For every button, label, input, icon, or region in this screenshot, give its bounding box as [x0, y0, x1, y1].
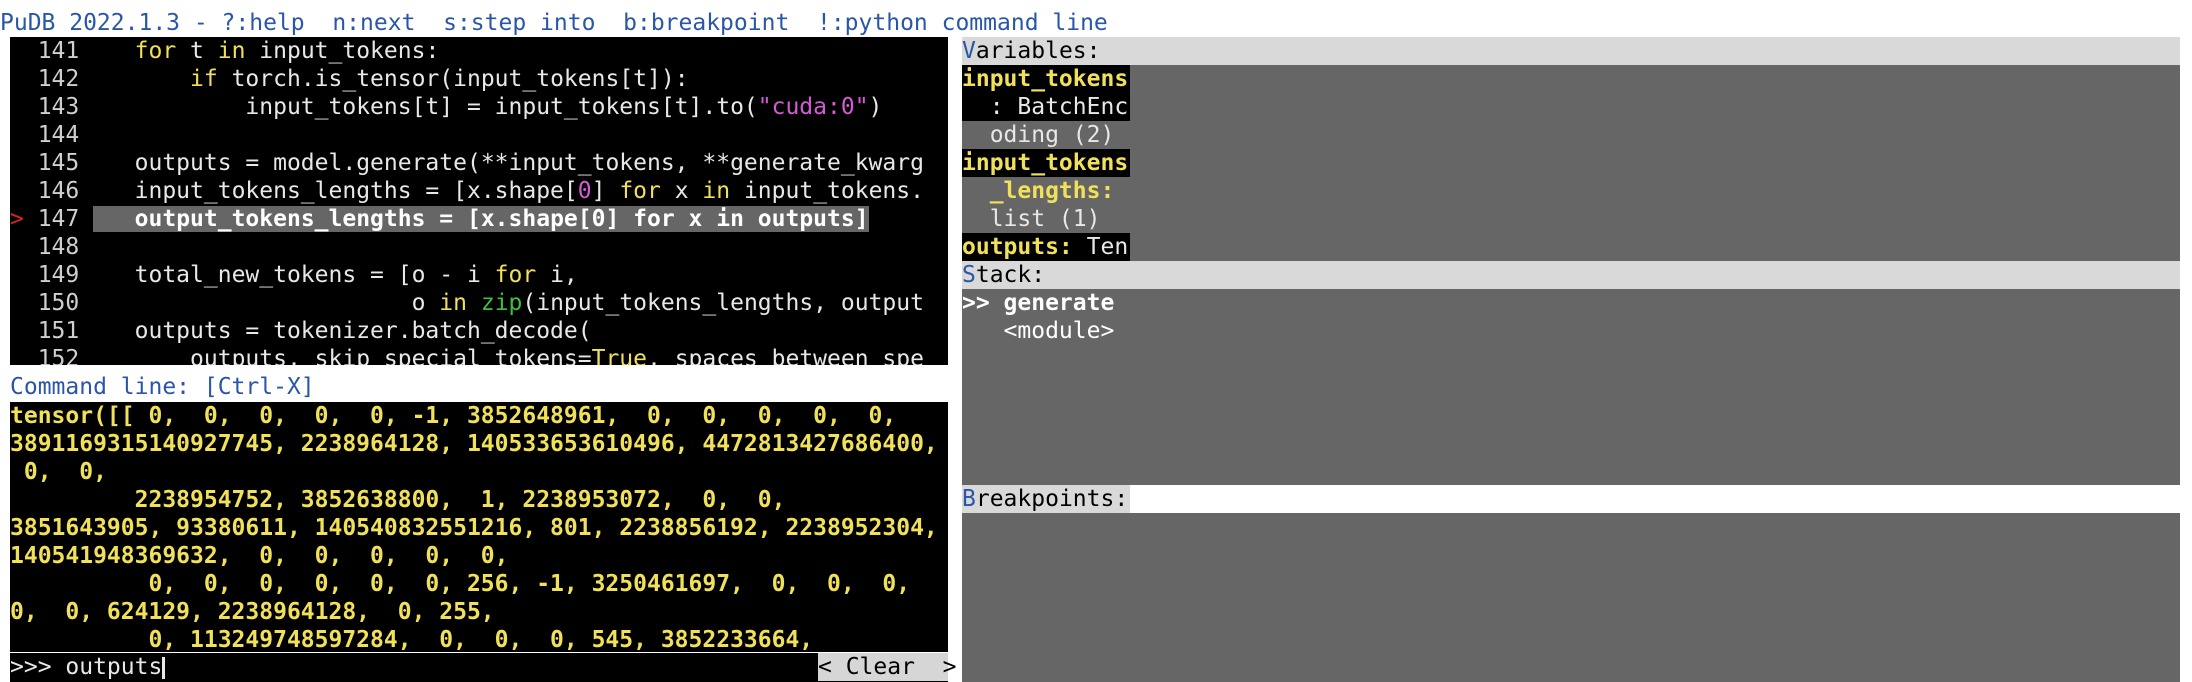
- clear-button[interactable]: < Clear >: [818, 653, 956, 681]
- source-line[interactable]: 143 input_tokens[t] = input_tokens[t].to…: [10, 93, 948, 121]
- source-line[interactable]: 142 if torch.is_tensor(input_tokens[t]):: [10, 65, 948, 93]
- line-number: 145: [10, 150, 80, 176]
- output-line: 3891169315140927745, 2238964128, 1405336…: [10, 431, 938, 457]
- source-line[interactable]: 141 for t in input_tokens:: [10, 37, 948, 65]
- prompt-symbol: >>>: [10, 654, 66, 680]
- output-line: 0, 0, 0, 0, 0, 0, 256, -1, 3250461697, 0…: [10, 571, 911, 597]
- output-line: 0, 0, 624129, 2238964128, 0, 255,: [10, 599, 495, 625]
- command-input[interactable]: >>> outputs < Clear >: [10, 653, 956, 682]
- output-line: 0, 0,: [10, 459, 107, 485]
- source-code-panel[interactable]: 141 for t in input_tokens: 142 if torch.…: [10, 37, 948, 365]
- variable-type[interactable]: list (1): [962, 205, 2180, 233]
- command-line-title: Command line: [Ctrl-X]: [10, 373, 948, 401]
- source-line[interactable]: 152 outputs, skip_special_tokens=True, s…: [10, 345, 948, 365]
- current-source-line[interactable]: > 147 output_tokens_lengths = [x.shape[0…: [10, 205, 948, 233]
- stack-frame[interactable]: <module>: [962, 317, 1362, 345]
- source-line[interactable]: 151 outputs = tokenizer.batch_decode(: [10, 317, 948, 345]
- variable-name[interactable]: _lengths:: [962, 177, 2180, 205]
- breakpoints-title: Breakpoints:: [962, 485, 1130, 513]
- variable-type[interactable]: oding (2): [962, 121, 2180, 149]
- variable-name[interactable]: input_tokens: [962, 149, 1130, 177]
- text-cursor: [162, 656, 166, 679]
- source-line[interactable]: 146 input_tokens_lengths = [x.shape[0] f…: [10, 177, 948, 205]
- line-number: 149: [10, 262, 80, 288]
- line-number: 152: [10, 346, 80, 365]
- source-line[interactable]: 150 o in zip(input_tokens_lengths, outpu…: [10, 289, 948, 317]
- output-line: 0, 113249748597284, 0, 0, 0, 545, 385223…: [10, 627, 814, 652]
- line-number: 144: [10, 122, 80, 148]
- output-line: 2238954752, 3852638800, 1, 2238953072, 0…: [10, 487, 786, 513]
- breakpoints-panel[interactable]: [962, 513, 2180, 682]
- variable-name: outputs:: [962, 234, 1073, 260]
- source-line[interactable]: 149 total_new_tokens = [o - i for i,: [10, 261, 948, 289]
- line-number: 150: [10, 290, 80, 316]
- breakpoints-header-gap: [1130, 485, 2180, 513]
- output-line: 3851643905, 93380611, 140540832551216, 8…: [10, 515, 938, 541]
- source-line[interactable]: 148: [10, 233, 948, 261]
- line-number: 146: [10, 178, 80, 204]
- line-number: 141: [10, 38, 80, 64]
- source-line[interactable]: 145 outputs = model.generate(**input_tok…: [10, 149, 948, 177]
- stack-title: Stack:: [962, 261, 2180, 289]
- output-line: 140541948369632, 0, 0, 0, 0, 0,: [10, 543, 509, 569]
- command-line-output[interactable]: tensor([[ 0, 0, 0, 0, 0, -1, 3852648961,…: [10, 402, 948, 652]
- source-line[interactable]: 144: [10, 121, 948, 149]
- current-line-marker: >: [10, 206, 24, 232]
- variable-name[interactable]: input_tokens: [962, 65, 1130, 93]
- stack-frame[interactable]: >> generate: [962, 289, 1362, 317]
- output-line: tensor([[ 0, 0, 0, 0, 0, -1, 3852648961,…: [10, 403, 897, 429]
- line-number: 151: [10, 318, 80, 344]
- line-number: 143: [10, 94, 80, 120]
- line-number: 148: [10, 234, 80, 260]
- title-bar: PuDB 2022.1.3 - ?:help n:next s:step int…: [0, 9, 1130, 37]
- variables-title: Variables:: [962, 37, 2180, 65]
- variable-type: Ten: [1072, 234, 1129, 260]
- command-input-value[interactable]: outputs: [65, 654, 162, 680]
- command-prompt[interactable]: >>> outputs: [10, 653, 166, 681]
- line-number: 142: [10, 66, 80, 92]
- variable-type[interactable]: : BatchEnc: [962, 93, 1130, 121]
- variable-row[interactable]: outputs: Ten: [962, 233, 1130, 261]
